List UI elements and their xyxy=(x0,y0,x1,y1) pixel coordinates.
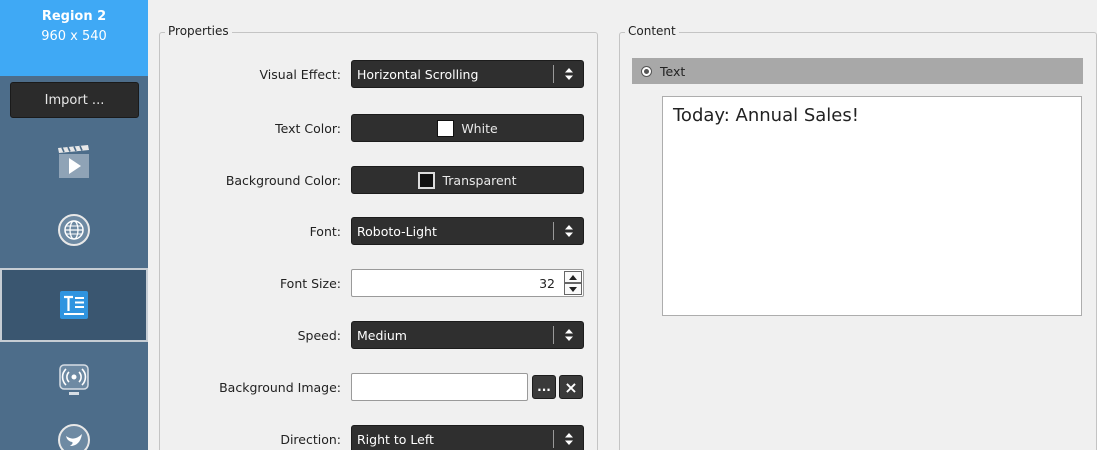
speed-select[interactable]: Medium xyxy=(351,321,584,349)
font-size-value: 32 xyxy=(539,276,555,291)
font-size-label: Font Size: xyxy=(279,276,341,291)
font-select[interactable]: Roboto-Light xyxy=(351,217,584,245)
spin-up-icon[interactable] xyxy=(564,271,582,283)
font-size-stepper[interactable] xyxy=(564,271,582,295)
updown-arrows-icon xyxy=(553,65,583,83)
content-type-header[interactable]: Text xyxy=(632,58,1083,84)
content-type-label: Text xyxy=(660,63,686,79)
text-color-button[interactable]: White xyxy=(351,114,584,142)
speed-value: Medium xyxy=(357,328,407,343)
background-color-swatch xyxy=(418,171,436,189)
sidebar: Region 2 960 x 540 Import ... xyxy=(0,0,148,450)
updown-arrows-icon xyxy=(553,430,583,448)
twitter-icon[interactable] xyxy=(0,408,148,450)
visual-effect-label: Visual Effect: xyxy=(259,67,341,82)
spin-down-icon[interactable] xyxy=(564,283,582,295)
text-radio[interactable] xyxy=(641,65,652,77)
background-image-input[interactable] xyxy=(351,373,528,401)
region-size: 960 x 540 xyxy=(41,29,107,44)
visual-effect-value: Horizontal Scrolling xyxy=(357,67,479,82)
properties-group: Properties Visual Effect: Horizontal Scr… xyxy=(159,24,598,450)
radio-dot xyxy=(644,68,649,74)
text-icon[interactable] xyxy=(0,268,148,342)
speed-label: Speed: xyxy=(297,328,341,343)
background-image-label: Background Image: xyxy=(219,380,341,395)
region-header[interactable]: Region 2 960 x 540 xyxy=(0,0,148,76)
direction-select[interactable]: Right to Left xyxy=(351,425,584,450)
updown-arrows-icon xyxy=(553,222,583,240)
import-button[interactable]: Import ... xyxy=(10,82,139,118)
stream-icon[interactable] xyxy=(0,348,148,412)
font-size-spinbox[interactable]: 32 xyxy=(351,269,584,297)
direction-value: Right to Left xyxy=(357,432,434,447)
background-color-label: Background Color: xyxy=(225,173,341,188)
globe-icon[interactable] xyxy=(0,198,148,262)
content-group: Content Text Today: Annual Sales! xyxy=(619,24,1097,450)
direction-label: Direction: xyxy=(280,432,341,447)
video-clapper-icon[interactable] xyxy=(0,130,148,194)
content-text-area[interactable]: Today: Annual Sales! xyxy=(662,96,1082,316)
clear-button[interactable]: × xyxy=(559,375,583,399)
visual-effect-select[interactable]: Horizontal Scrolling xyxy=(351,60,584,88)
content-legend: Content xyxy=(625,24,679,38)
browse-button[interactable]: ... xyxy=(532,375,556,399)
region-name: Region 2 xyxy=(41,9,107,24)
properties-legend: Properties xyxy=(165,24,232,38)
font-label: Font: xyxy=(309,224,341,239)
background-color-button[interactable]: Transparent xyxy=(351,166,584,194)
text-color-value: White xyxy=(461,120,498,136)
content-text-value: Today: Annual Sales! xyxy=(673,105,859,126)
text-color-swatch xyxy=(437,119,455,137)
background-color-value: Transparent xyxy=(442,172,517,188)
font-value: Roboto-Light xyxy=(357,224,437,239)
text-color-label: Text Color: xyxy=(275,121,341,136)
updown-arrows-icon xyxy=(553,326,583,344)
